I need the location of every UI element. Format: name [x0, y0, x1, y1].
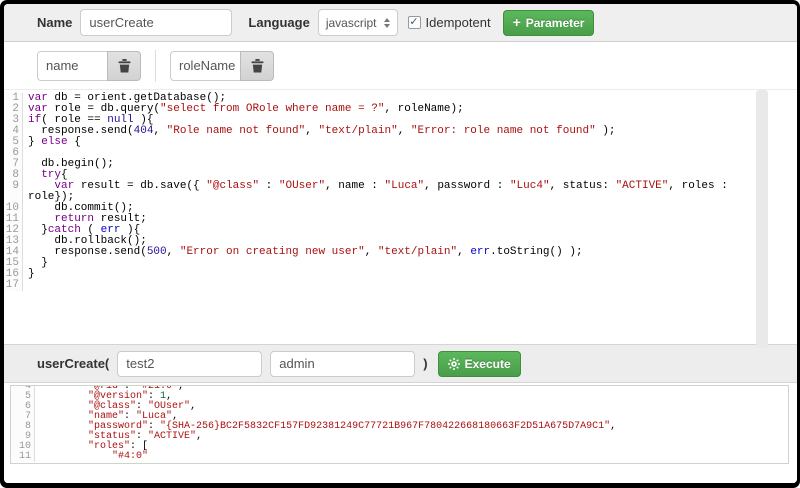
language-selected-value: javascript	[326, 16, 377, 30]
line-number: 11	[11, 452, 35, 462]
execute-button[interactable]: Execute	[438, 351, 521, 377]
code-line: 9 var result = db.save({ "@class" : "OUs…	[4, 181, 797, 203]
execute-arg-input-1[interactable]	[117, 351, 262, 377]
trash-icon	[251, 59, 264, 73]
gear-icon	[448, 358, 460, 370]
parameter-divider	[155, 50, 156, 82]
add-parameter-button[interactable]: Parameter	[503, 10, 595, 36]
code-line: 5} else {	[4, 137, 797, 148]
line-number: 17	[4, 280, 23, 291]
window-frame: Name Language javascript Idempotent Para…	[0, 0, 800, 488]
code-line: 15 }	[4, 258, 797, 269]
code-line: 7 db.begin();	[4, 159, 797, 170]
execute-arg-input-2[interactable]	[270, 351, 415, 377]
idempotent-label: Idempotent	[426, 15, 491, 30]
delete-parameter-button[interactable]	[107, 51, 141, 81]
parameters-row	[4, 42, 797, 89]
result-json: 4 "@rid": "#21:0",5 "@version": 1,6 "@cl…	[11, 385, 788, 462]
parameter-name-input[interactable]	[170, 51, 240, 81]
parameter-group	[170, 51, 274, 81]
execute-button-label: Execute	[465, 357, 511, 371]
code-line: 16}	[4, 269, 797, 280]
code-line: 17	[4, 280, 797, 291]
parameter-name-input[interactable]	[37, 51, 107, 81]
delete-parameter-button[interactable]	[240, 51, 274, 81]
code-editor[interactable]: 1var db = orient.getDatabase();2var role…	[4, 89, 797, 344]
function-name-input[interactable]	[80, 9, 232, 36]
execute-close-paren: )	[423, 356, 427, 371]
output-section: 4 "@rid": "#21:0",5 "@version": 1,6 "@cl…	[4, 383, 797, 483]
execute-function-label: userCreate(	[37, 356, 109, 371]
line-number: 9	[4, 181, 23, 203]
name-label: Name	[37, 15, 72, 30]
line-number: 4	[11, 385, 35, 392]
code-line: 11 "#4:0"	[11, 452, 788, 462]
parameter-group	[37, 51, 141, 81]
add-parameter-label: Parameter	[526, 16, 585, 30]
plus-icon	[513, 16, 521, 30]
function-toolbar: Name Language javascript Idempotent Para…	[4, 4, 797, 42]
language-label: Language	[248, 15, 309, 30]
idempotent-checkbox[interactable]	[408, 16, 421, 29]
vertical-scrollbar[interactable]	[756, 90, 768, 348]
language-select[interactable]: javascript	[318, 9, 398, 36]
select-stepper-icon	[384, 18, 390, 28]
execute-bar: userCreate( ) Execute	[4, 344, 797, 383]
line-number: 6	[11, 402, 35, 412]
trash-icon	[118, 59, 131, 73]
function-editor-panel: Name Language javascript Idempotent Para…	[4, 4, 797, 483]
result-output[interactable]: 4 "@rid": "#21:0",5 "@version": 1,6 "@cl…	[10, 385, 789, 464]
line-number: 5	[11, 392, 35, 402]
line-number: 7	[11, 412, 35, 422]
code-line: 4 response.send(404, "Role name not foun…	[4, 126, 797, 137]
line-number: 8	[11, 422, 35, 432]
code-line: 6	[4, 148, 797, 159]
code-line: 14 response.send(500, "Error on creating…	[4, 247, 797, 258]
